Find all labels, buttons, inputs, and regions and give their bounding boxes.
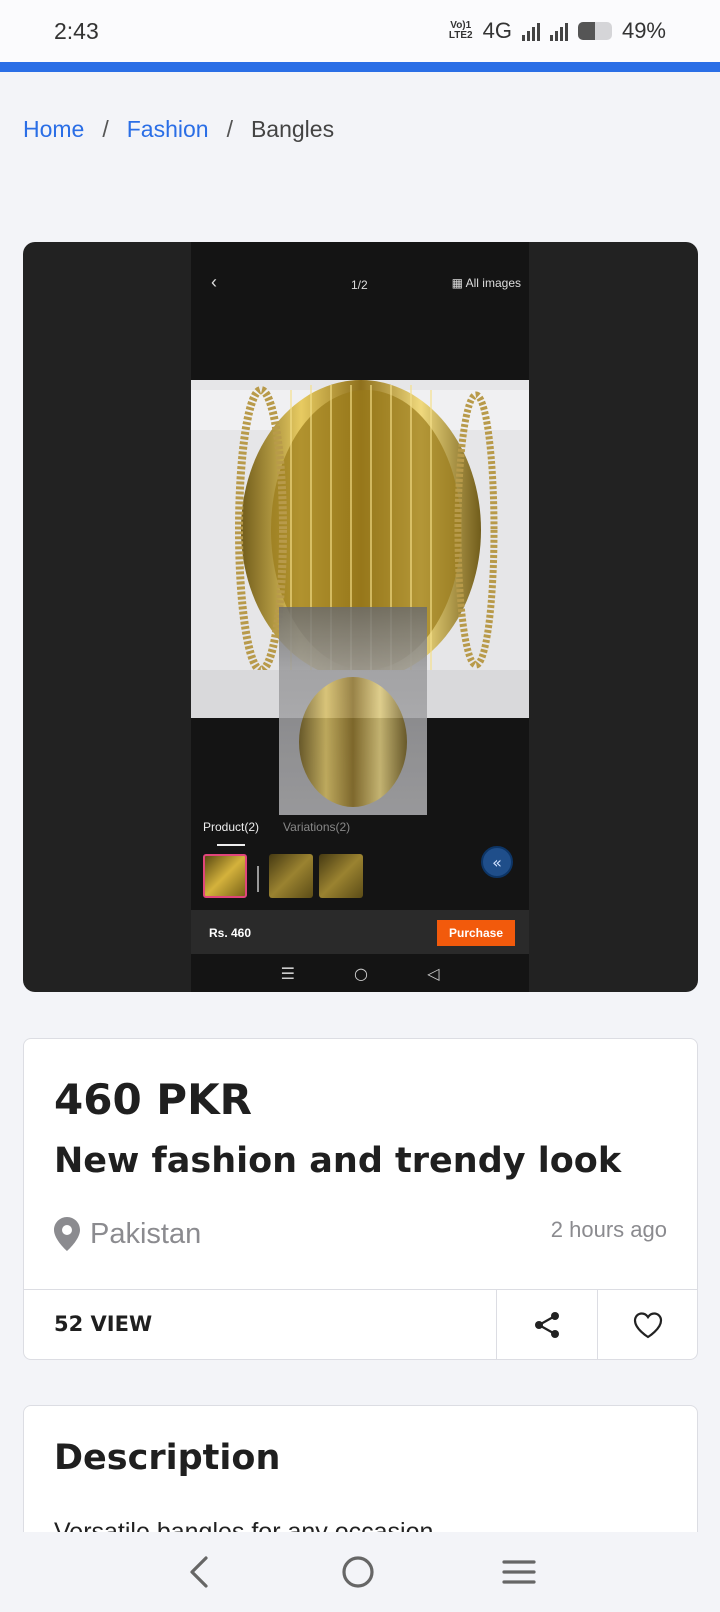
back-triangle-icon: ◁ [427, 963, 440, 983]
system-nav-bar [0, 1532, 720, 1612]
tab-product[interactable]: Product(2) [203, 820, 259, 834]
breadcrumb: Home / Fashion / Bangles [23, 116, 334, 143]
signal-icon-2 [549, 21, 568, 41]
home-icon[interactable] [341, 1555, 375, 1589]
volte-indicator: Vo)1 LTE2 [448, 20, 473, 41]
breadcrumb-current: Bangles [250, 116, 335, 142]
gallery-price: Rs. 460 [209, 926, 252, 940]
listing-card: 460 PKR New fashion and trendy look Paki… [23, 1038, 698, 1360]
posted-time: 2 hours ago [550, 1217, 667, 1242]
thumb-divider [257, 866, 259, 892]
breadcrumb-separator: / [226, 116, 233, 142]
home-circle-icon: ○ [354, 963, 368, 983]
listing-location: Pakistan [54, 1217, 201, 1251]
gallery-counter: 1/2 [351, 278, 368, 292]
listing-footer: 52 VIEW [24, 1289, 697, 1360]
share-button[interactable] [496, 1290, 596, 1360]
favorite-button[interactable] [597, 1290, 697, 1360]
status-bar: 2:43 Vo)1 LTE2 4G 49% [0, 0, 720, 62]
signal-icon [521, 21, 540, 41]
breadcrumb-home[interactable]: Home [23, 116, 84, 143]
thumbnail-2[interactable] [269, 854, 313, 898]
status-icons: Vo)1 LTE2 4G 49% [449, 18, 666, 44]
thumbnail-3[interactable] [319, 854, 363, 898]
battery-icon [577, 22, 612, 40]
menu-icon: ☰ [280, 963, 295, 983]
breadcrumb-separator: / [102, 116, 109, 142]
tab-underline [217, 844, 245, 846]
view-count: 52 VIEW [54, 1312, 153, 1336]
product-photo-screenshot: ‹ 1/2 ▦ All images Product(2) Variations… [191, 242, 529, 992]
gallery-bottom-bar: Rs. 460 Purchase [191, 910, 529, 954]
tab-variations[interactable]: Variations(2) [283, 820, 350, 834]
back-arrow-icon: ‹ [211, 272, 217, 292]
status-time: 2:43 [54, 17, 99, 44]
gallery-tabs: Product(2) Variations(2) [203, 820, 350, 834]
thumbnail-1[interactable] [203, 854, 247, 898]
description-heading: Description [54, 1438, 281, 1478]
recent-apps-icon[interactable] [502, 1557, 536, 1587]
all-images-text: All images [465, 276, 521, 290]
nested-preview [279, 607, 427, 815]
heart-icon [633, 1312, 662, 1339]
location-pin-icon [54, 1217, 80, 1251]
collapse-icon[interactable]: « [481, 846, 513, 878]
share-icon [534, 1312, 559, 1338]
nested-bangles [299, 677, 407, 807]
page-loading-bar [0, 62, 720, 72]
back-icon[interactable] [184, 1555, 214, 1589]
gallery-nav: ☰ ○ ◁ [191, 954, 529, 992]
breadcrumb-fashion[interactable]: Fashion [127, 116, 209, 143]
network-type: 4G [482, 18, 512, 43]
battery-percent: 49% [621, 18, 666, 43]
product-image[interactable]: ‹ 1/2 ▦ All images Product(2) Variations… [23, 242, 698, 992]
location-text: Pakistan [90, 1217, 202, 1250]
listing-price: 460 PKR [54, 1075, 252, 1124]
battery-fill [577, 22, 595, 40]
purchase-button[interactable]: Purchase [437, 920, 515, 946]
gallery-header: ‹ 1/2 ▦ All images [191, 270, 529, 300]
listing-title: New fashion and trendy look [54, 1141, 622, 1181]
all-images-label: ▦ All images [451, 276, 521, 290]
